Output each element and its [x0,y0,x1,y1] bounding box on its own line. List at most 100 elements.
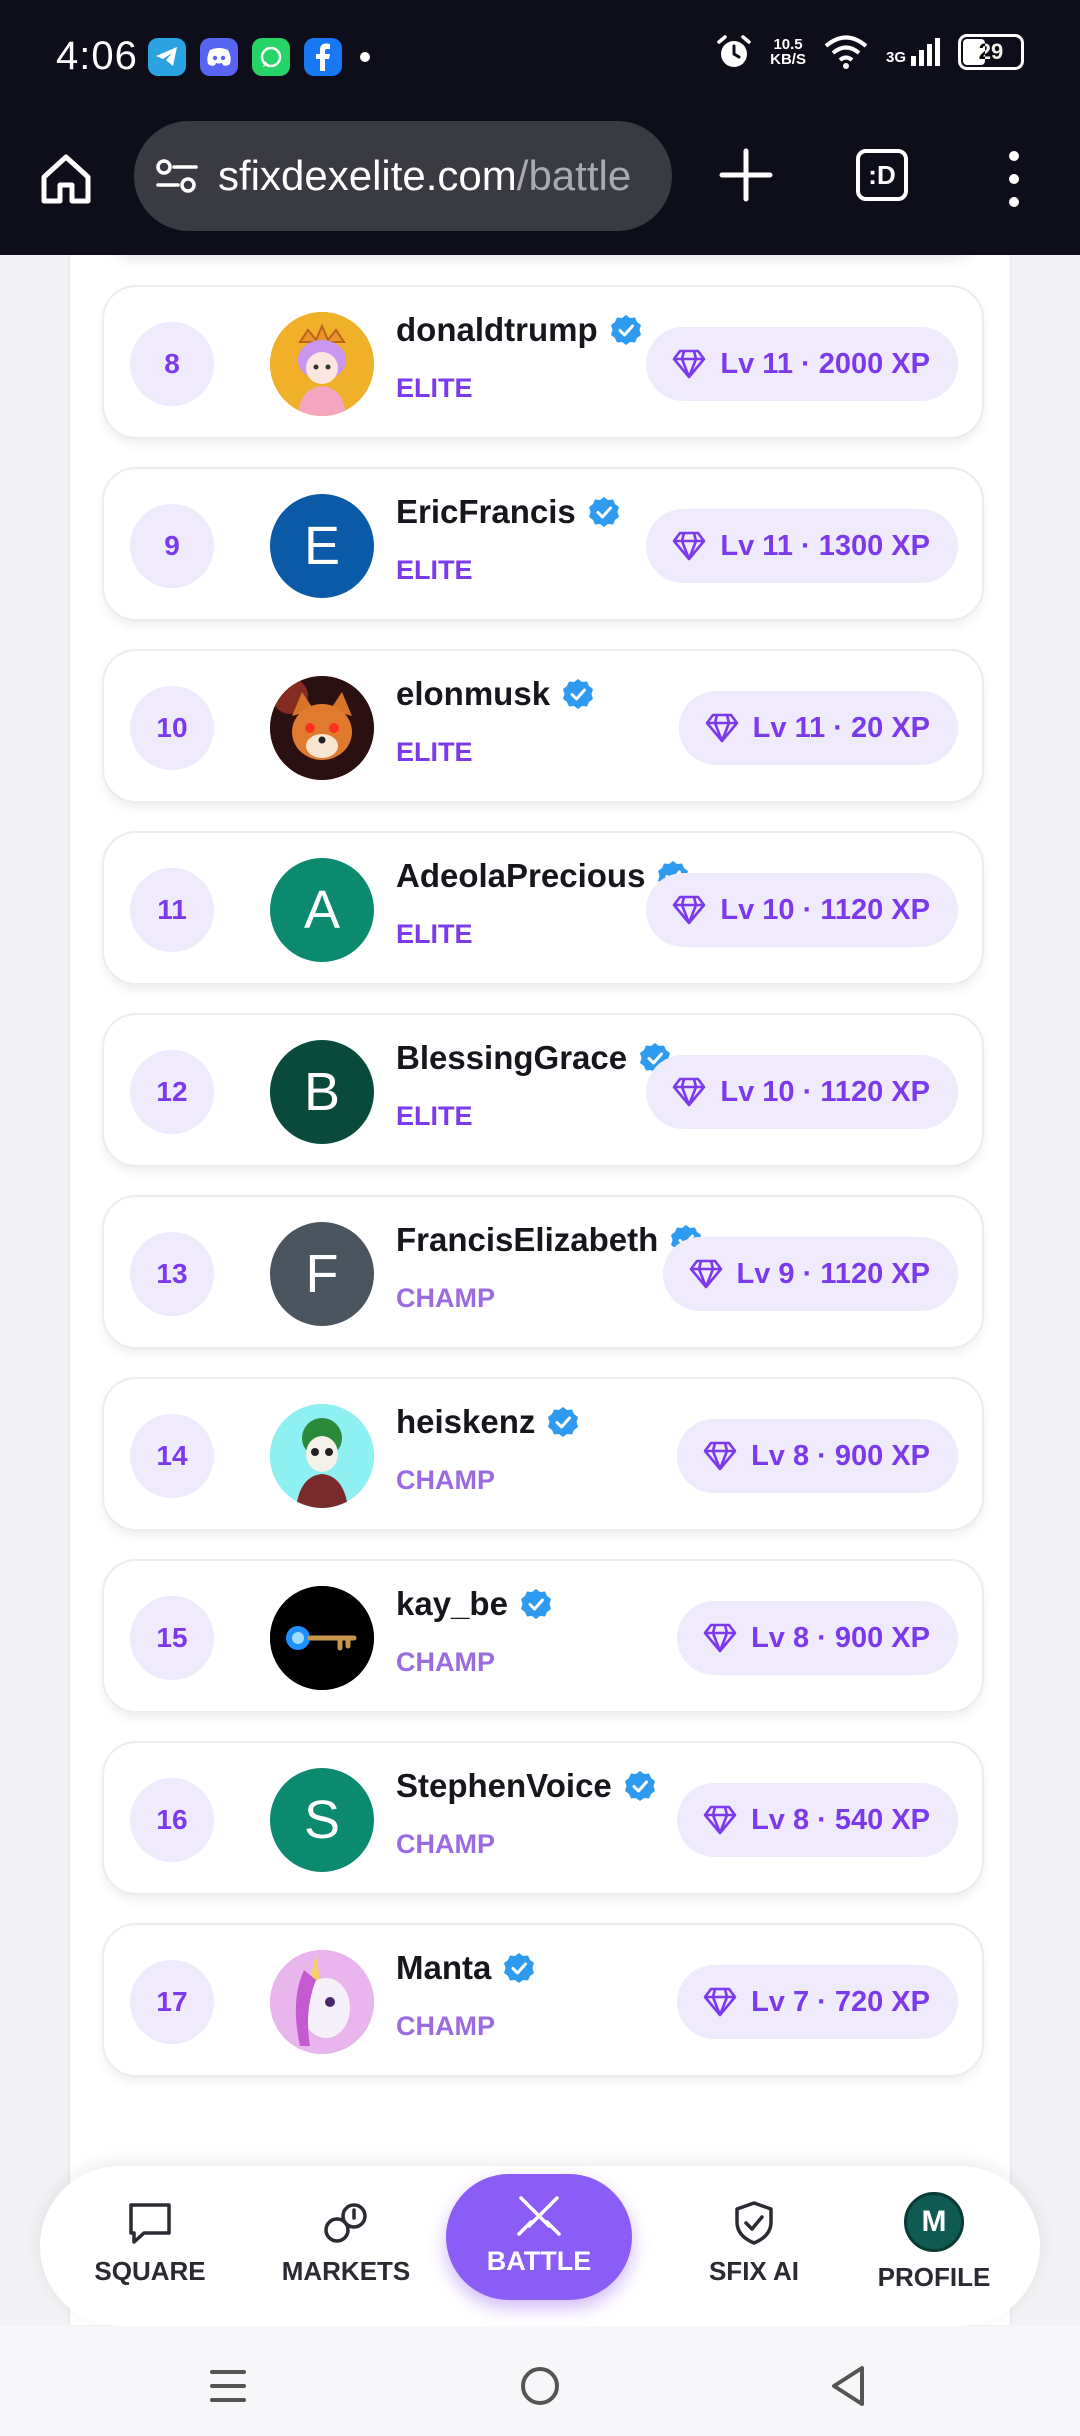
leaderboard-row[interactable]: 9 E EricFrancis ELITE Lv 11 · 1300 XP [102,467,984,621]
leaderboard-row[interactable]: 16 S StephenVoice CHAMP Lv 8 · 540 XP [102,1741,984,1895]
username[interactable]: BlessingGrace [396,1039,671,1077]
xp-pill: Lv 8 · 900 XP [677,1601,958,1675]
tab-switcher-button[interactable]: :D [856,149,908,201]
shield-check-icon [735,2201,773,2245]
xp-pill: Lv 9 · 1120 XP [662,1237,958,1311]
diamond-icon [703,1623,737,1653]
leaderboard-row[interactable]: 11 A AdeolaPrecious ELITE Lv 10 · 1120 XP [102,831,984,985]
verified-badge-icon [548,1407,579,1437]
username[interactable]: elonmusk [396,675,594,713]
leaderboard-row[interactable]: 10 elonmusk ELITE Lv 11 · 20 XP [102,649,984,803]
rank-badge: 10 [130,686,214,770]
rank-badge: 13 [130,1232,214,1316]
diamond-icon [703,1987,737,2017]
verified-badge-icon [588,497,619,527]
user-avatar[interactable]: E [270,494,374,598]
user-avatar[interactable] [270,1950,374,2054]
xp-text: Lv 8 · 900 XP [751,1621,930,1654]
telegram-icon [148,38,186,76]
leaderboard-row[interactable]: 12 B BlessingGrace ELITE Lv 10 · 1120 XP [102,1013,984,1167]
xp-text: Lv 8 · 900 XP [751,1439,930,1472]
xp-pill: Lv 11 · 2000 XP [646,327,958,401]
net-speed: 10.5 KB/S [770,36,806,68]
diamond-icon [673,349,706,379]
username[interactable]: kay_be [396,1585,552,1623]
username[interactable]: StephenVoice [396,1767,656,1805]
tier-label: ELITE [396,737,473,767]
xp-pill: Lv 11 · 1300 XP [646,509,958,583]
whatsapp-icon [252,38,290,76]
bottom-navigation: SQUARE MARKETS BATTLE SFIX AI M PROFILE [40,2166,1040,2326]
rank-badge: 17 [130,1960,214,2044]
tier-label: CHAMP [396,1465,495,1495]
nav-battle[interactable]: BATTLE [446,2174,632,2300]
new-tab-icon[interactable] [716,145,776,205]
facebook-icon [304,38,342,76]
home-icon[interactable] [36,149,96,209]
user-avatar[interactable] [270,1586,374,1690]
status-indicators: 10.5 KB/S 3G 29 [716,34,1024,70]
leaderboard-row[interactable]: 8 donaldtrump ELITE Lv 11 · 2000 XP [102,285,984,439]
username[interactable]: FrancisElizabeth [396,1221,702,1259]
discord-icon [200,38,238,76]
user-avatar[interactable] [270,312,374,416]
nav-profile[interactable]: M PROFILE [854,2192,1014,2293]
leaderboard-row[interactable]: 15 kay_be CHAMP Lv 8 · 900 XP [102,1559,984,1713]
username[interactable]: donaldtrump [396,311,642,349]
leaderboard-panel: 7ELITELv 12 · 2220 XP 8 donaldtrump ELITE Lv… [68,255,1012,2325]
username[interactable]: AdeolaPrecious [396,857,689,895]
leaderboard-row[interactable]: 14 heiskenz CHAMP Lv 8 · 900 XP [102,1377,984,1531]
user-avatar[interactable]: A [270,858,374,962]
rank-badge: 11 [130,868,214,952]
rank-badge: 14 [130,1414,214,1498]
status-bar: 4:06 10.5 KB/S 3G 29 [0,0,1080,115]
diamond-icon [673,531,706,561]
username-text: EricFrancis [396,493,576,530]
username[interactable]: heiskenz [396,1403,579,1441]
xp-text: Lv 11 · 20 XP [752,711,930,744]
rank-badge: 16 [130,1778,214,1862]
nav-markets[interactable]: MARKETS [266,2200,426,2287]
tier-label: CHAMP [396,1647,495,1677]
recent-apps-icon[interactable] [198,2356,258,2416]
user-avatar[interactable] [270,1404,374,1508]
tier-label: CHAMP [396,2011,495,2041]
tier-label: CHAMP [396,1829,495,1859]
verified-badge-icon [563,679,594,709]
xp-pill: Lv 7 · 720 XP [677,1965,958,2039]
home-circle-icon[interactable] [510,2356,570,2416]
user-avatar[interactable] [270,676,374,780]
user-avatar[interactable]: F [270,1222,374,1326]
nav-square[interactable]: SQUARE [70,2200,230,2287]
browser-toolbar: sfixdexelite.com/battle :D [0,115,1080,255]
site-settings-icon[interactable] [154,156,200,196]
tier-label: ELITE [396,373,473,403]
xp-pill: Lv 10 · 1120 XP [646,1055,958,1129]
leaderboard-row[interactable]: 13 F FrancisElizabeth CHAMP Lv 9 · 1120 XP [102,1195,984,1349]
username[interactable]: Manta [396,1949,535,1987]
chat-square-icon [129,2203,171,2244]
back-triangle-icon[interactable] [820,2356,880,2416]
username[interactable]: EricFrancis [396,493,620,531]
user-avatar[interactable]: B [270,1040,374,1144]
xp-pill: Lv 11 · 20 XP [678,691,958,765]
cell-signal-icon: 3G [886,38,940,66]
xp-pill: Lv 8 · 540 XP [677,1783,958,1857]
username-text: donaldtrump [396,311,598,348]
crossed-swords-icon [517,2196,561,2236]
diamond-icon [703,1441,737,1471]
diamond-icon [673,895,706,925]
url-bar[interactable]: sfixdexelite.com/battle [134,121,672,231]
diamond-icon [673,1077,706,1107]
username-text: heiskenz [396,1403,536,1440]
username-text: BlessingGrace [396,1039,628,1076]
tier-label: ELITE [396,1101,473,1131]
nav-sfix-ai[interactable]: SFIX AI [674,2200,834,2287]
diamond-icon [689,1259,722,1289]
leaderboard-row[interactable]: 7ELITELv 12 · 2220 XP [102,255,984,257]
rank-badge: 12 [130,1050,214,1134]
url-text: sfixdexelite.com/battle [218,152,632,199]
more-menu-icon[interactable] [1002,151,1026,207]
leaderboard-row[interactable]: 17 Manta CHAMP Lv 7 · 720 XP [102,1923,984,2077]
user-avatar[interactable]: S [270,1768,374,1872]
